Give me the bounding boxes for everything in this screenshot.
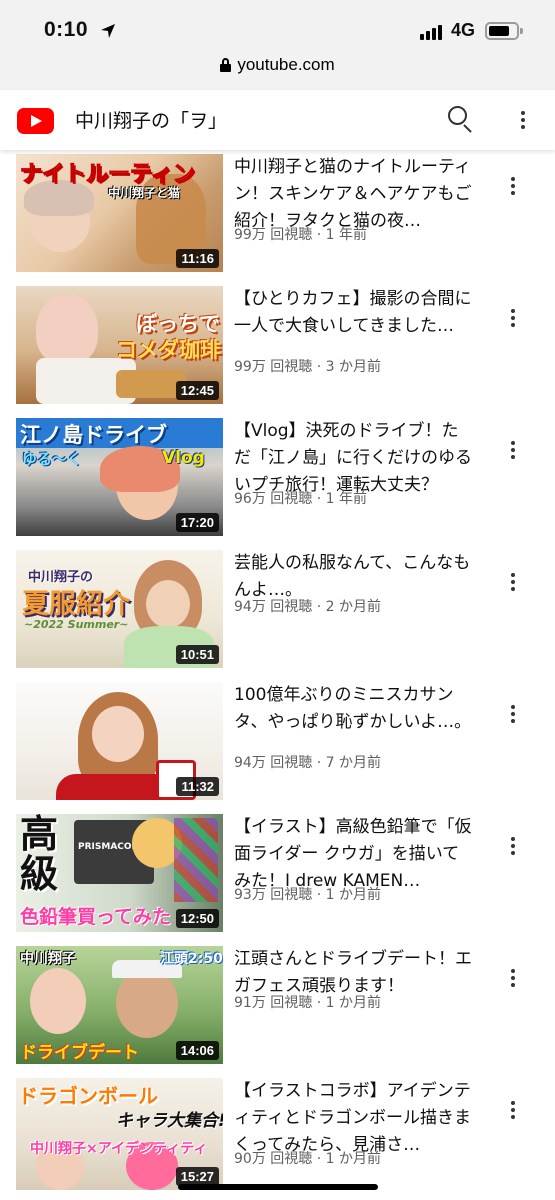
thumbnail-caption: 夏服紹介 <box>22 589 130 620</box>
battery-icon <box>485 22 523 40</box>
thumbnail-caption: ~2022 Summer~ <box>24 618 129 631</box>
video-duration: 10:51 <box>175 645 219 664</box>
video-thumbnail[interactable]: ぼっちで コメダ珈琲 12:45 <box>16 286 223 404</box>
video-more-options-icon[interactable] <box>510 571 516 593</box>
location-arrow-icon <box>101 24 115 38</box>
video-title[interactable]: 100億年ぶりのミニスカサンタ、やっぱり恥ずかしいよ…。 <box>234 682 474 736</box>
video-meta: 90万 回視聴 · 1 か月前 <box>234 1151 381 1167</box>
video-item[interactable]: ぼっちで コメダ珈琲 12:45 【ひとりカフェ】撮影の合間に一人で大食いしてき… <box>0 286 555 406</box>
home-indicator <box>178 1184 378 1190</box>
browser-url-bar[interactable]: youtube.com <box>0 50 555 90</box>
video-item[interactable]: 江ノ島ドライブ ゆる〜く Vlog 17:20 【Vlog】決死のドライブ！ただ… <box>0 418 555 538</box>
video-title[interactable]: 【イラストコラボ】アイデンティティとドラゴンボール描きまくってみたら、見浦さ… <box>234 1078 474 1159</box>
url-text[interactable]: youtube.com <box>237 55 334 75</box>
video-thumbnail[interactable]: 11:32 <box>16 682 223 800</box>
video-duration: 12:45 <box>175 381 219 400</box>
video-item[interactable]: 中川翔子の 夏服紹介 ~2022 Summer~ 10:51 芸能人の私服なんて… <box>0 550 555 670</box>
thumbnail-caption: 中川翔子と猫 <box>108 186 181 200</box>
video-duration: 11:16 <box>176 249 219 268</box>
video-more-options-icon[interactable] <box>510 175 516 197</box>
video-item[interactable]: 11:32 100億年ぶりのミニスカサンタ、やっぱり恥ずかしいよ…。 94万 回… <box>0 682 555 802</box>
video-meta: 94万 回視聴 · 7 か月前 <box>234 755 381 771</box>
network-type: 4G <box>451 20 476 40</box>
video-title[interactable]: 【Vlog】決死のドライブ！ただ「江ノ島」に行くだけのゆるいプチ旅行！運転大丈夫… <box>234 418 474 499</box>
video-duration: 11:32 <box>176 777 219 796</box>
video-more-options-icon[interactable] <box>510 307 516 329</box>
signal-strength-icon <box>420 24 446 40</box>
thumbnail-caption: 江ノ島ドライブ <box>20 423 167 447</box>
video-item[interactable]: ナイトルーティン 中川翔子と猫 11:16 中川翔子と猫のナイトルーティン！スキ… <box>0 154 555 274</box>
video-more-options-icon[interactable] <box>510 703 516 725</box>
thumbnail-caption: 中川翔子 <box>20 951 76 967</box>
video-thumbnail[interactable]: ナイトルーティン 中川翔子と猫 11:16 <box>16 154 223 272</box>
thumbnail-caption: ゆる〜く <box>22 450 83 468</box>
video-more-options-icon[interactable] <box>510 1099 516 1121</box>
video-meta: 96万 回視聴 · 1 年前 <box>234 491 367 507</box>
video-duration: 17:20 <box>175 513 219 532</box>
video-thumbnail[interactable]: PRISMACOLOR 高級 色鉛筆買ってみた 12:50 <box>16 814 223 932</box>
thumbnail-caption: 江頭2:50 <box>160 951 223 967</box>
video-title[interactable]: 【イラスト】高級色鉛筆で「仮面ライダー クウガ」を描いてみた！I drew KA… <box>234 814 474 895</box>
thumbnail-caption: Vlog <box>162 448 205 468</box>
video-item[interactable]: ドラゴンボール キャラ大集合!! 中川翔子×アイデンティティ 15:27 【イラ… <box>0 1078 555 1198</box>
thumbnail-caption: ドラゴンボール <box>18 1084 158 1108</box>
video-more-options-icon[interactable] <box>510 835 516 857</box>
video-thumbnail[interactable]: ドラゴンボール キャラ大集合!! 中川翔子×アイデンティティ 15:27 <box>16 1078 223 1190</box>
video-item[interactable]: 中川翔子 江頭2:50 ドライブデート 14:06 江頭さんとドライブデート！エ… <box>0 946 555 1066</box>
channel-title: 中川翔子の「ヲ」 <box>75 110 228 132</box>
video-meta: 91万 回視聴 · 1 か月前 <box>234 995 381 1011</box>
video-meta: 93万 回視聴 · 1 か月前 <box>234 887 381 903</box>
video-title[interactable]: 中川翔子と猫のナイトルーティン！スキンケア＆ヘアケアもご紹介！ヲタクと猫の夜… <box>234 154 474 235</box>
thumbnail-caption: 中川翔子×アイデンティティ <box>30 1141 208 1157</box>
video-duration: 12:50 <box>175 909 219 928</box>
video-title[interactable]: 【ひとりカフェ】撮影の合間に一人で大食いしてきました… <box>234 286 474 340</box>
status-time: 0:10 <box>44 18 89 41</box>
status-bar: 0:10 4G <box>0 0 555 50</box>
video-duration: 14:06 <box>175 1041 219 1060</box>
video-meta: 99万 回視聴 · 1 年前 <box>234 227 367 243</box>
search-icon[interactable] <box>448 106 474 133</box>
thumbnail-caption: 色鉛筆買ってみた <box>20 906 172 928</box>
thumbnail-caption: 高級 <box>20 814 59 896</box>
video-thumbnail[interactable]: 江ノ島ドライブ ゆる〜く Vlog 17:20 <box>16 418 223 536</box>
app-header: 中川翔子の「ヲ」 <box>0 90 555 150</box>
video-meta: 94万 回視聴 · 2 か月前 <box>234 599 381 615</box>
youtube-logo-icon[interactable] <box>17 108 54 134</box>
video-more-options-icon[interactable] <box>510 967 516 989</box>
video-item[interactable]: PRISMACOLOR 高級 色鉛筆買ってみた 12:50 【イラスト】高級色鉛… <box>0 814 555 934</box>
video-thumbnail[interactable]: 中川翔子の 夏服紹介 ~2022 Summer~ 10:51 <box>16 550 223 668</box>
more-options-icon[interactable] <box>520 109 526 131</box>
lock-icon <box>220 58 232 72</box>
video-more-options-icon[interactable] <box>510 439 516 461</box>
thumbnail-caption: コメダ珈琲 <box>116 338 221 362</box>
thumbnail-caption: キャラ大集合!! <box>116 1111 223 1131</box>
video-meta: 99万 回視聴 · 3 か月前 <box>234 359 381 375</box>
video-thumbnail[interactable]: 中川翔子 江頭2:50 ドライブデート 14:06 <box>16 946 223 1064</box>
thumbnail-caption: ドライブデート <box>20 1043 139 1063</box>
